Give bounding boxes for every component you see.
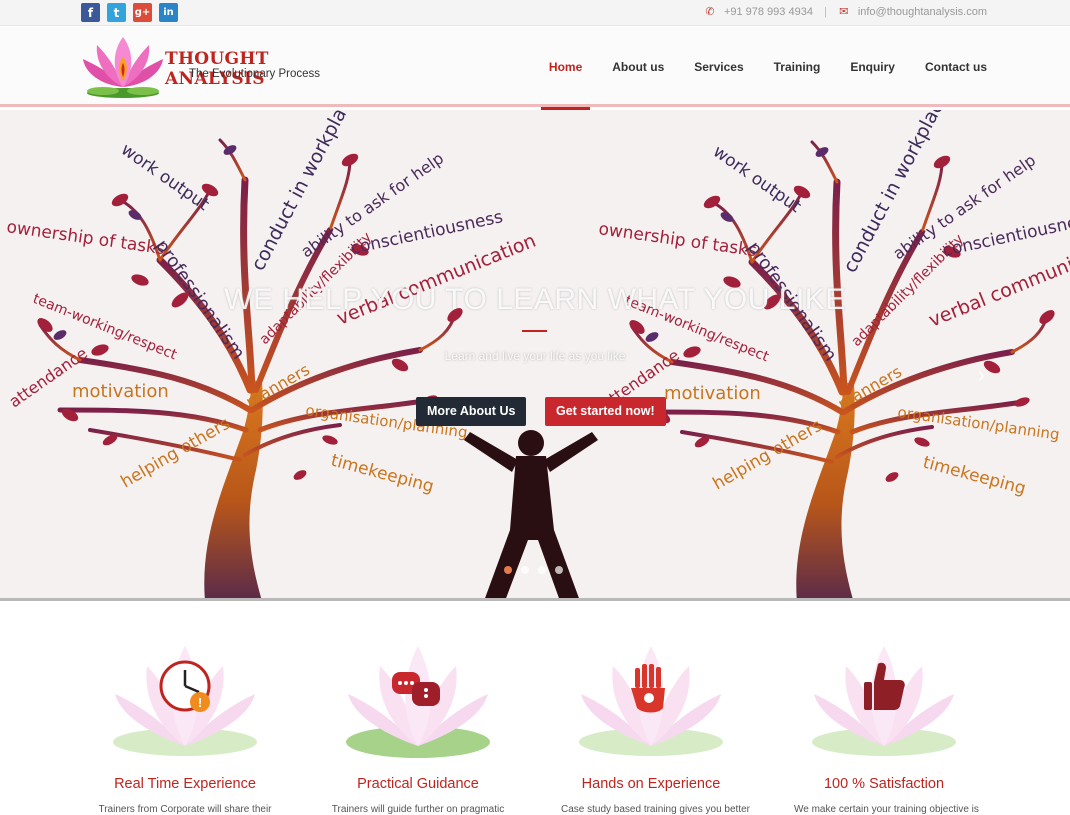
nav-item-training[interactable]: Training (774, 27, 821, 107)
nav-item-contact-us[interactable]: Contact us (925, 27, 987, 107)
slide-dot[interactable] (538, 566, 546, 574)
hero-title: WE HELP YOU TO LEARN WHAT YOU LIKE (224, 283, 846, 316)
phone-icon: ✆ (705, 6, 715, 18)
social-links: f t g+ in (81, 3, 178, 22)
main-nav: Home About us Services Training Enquiry … (519, 27, 987, 110)
slide-dot[interactable] (504, 566, 512, 574)
svg-text:!: ! (198, 695, 202, 710)
slide-dot[interactable] (521, 566, 529, 574)
lotus-background (812, 646, 956, 756)
hero-slider[interactable]: work output conduct in workplace ability… (0, 110, 1070, 601)
slide-dot[interactable] (555, 566, 563, 574)
clock-icon: ! (159, 660, 211, 712)
lotus-logo-icon (83, 37, 163, 98)
feature-title: 100 % Satisfaction (823, 776, 945, 792)
hero-subtitle: Learn and live your life as you like (444, 349, 626, 363)
lotus-background: ! (113, 646, 257, 756)
feature-card: Hands on Experience Case study based tra… (561, 634, 750, 815)
contact-separator: | (823, 5, 827, 18)
envelope-icon: ✉ (839, 6, 849, 18)
nav-item-about-us[interactable]: About us (612, 27, 664, 107)
email-link[interactable]: info@thoughtanalysis.com (858, 6, 987, 18)
feature-text: Case study based training gives you bett… (561, 804, 750, 815)
thumbs-up-icon (864, 662, 905, 710)
lotus-background (579, 646, 723, 756)
site-header: THOUGHT ANALYSIS The Evolutionary Proces… (0, 27, 1070, 110)
feature-title: Hands on Experience (581, 776, 721, 792)
lotus-background (346, 646, 490, 758)
brand-tagline: The Evolutionary Process (189, 68, 321, 80)
top-bar: f t g+ in ✆ +91 978 993 4934 | ✉ info@th… (0, 0, 1070, 26)
get-started-button[interactable]: Get started now! (545, 397, 666, 426)
twitter-icon[interactable]: t (107, 3, 126, 22)
linkedin-icon[interactable]: in (159, 3, 178, 22)
facebook-icon[interactable]: f (81, 3, 100, 22)
feature-text: We make certain your training objective … (794, 804, 979, 815)
slider-pagination (504, 566, 563, 574)
person-silhouette (464, 430, 598, 598)
google-plus-icon[interactable]: g+ (133, 3, 152, 22)
contact-info: ✆ +91 978 993 4934 | ✉ info@thoughtanaly… (704, 5, 987, 19)
feature-card: 100 % Satisfaction We make certain your … (794, 634, 979, 815)
features-section: ! Real Time Experience Trainers from Cor… (0, 604, 1070, 815)
feature-title: Real Time Experience (114, 776, 256, 792)
phone-number: +91 978 993 4934 (723, 5, 813, 18)
more-about-us-button[interactable]: More About Us (416, 397, 527, 426)
feature-card: Practical Guidance Trainers will guide f… (328, 634, 508, 815)
nav-item-services[interactable]: Services (694, 27, 743, 107)
nav-item-home[interactable]: Home (540, 27, 591, 110)
feature-text: Trainers will guide further on pragmatic (331, 804, 505, 815)
nav-item-enquiry[interactable]: Enquiry (850, 27, 895, 107)
hero-divider (522, 330, 547, 332)
feature-card: ! Real Time Experience Trainers from Cor… (95, 634, 275, 815)
feature-text: Trainers from Corporate will share their (98, 804, 272, 815)
next-slide-icon[interactable]: › (978, 362, 985, 388)
feature-title: Practical Guidance (357, 776, 479, 792)
site-logo[interactable]: THOUGHT ANALYSIS The Evolutionary Proces… (81, 35, 341, 101)
